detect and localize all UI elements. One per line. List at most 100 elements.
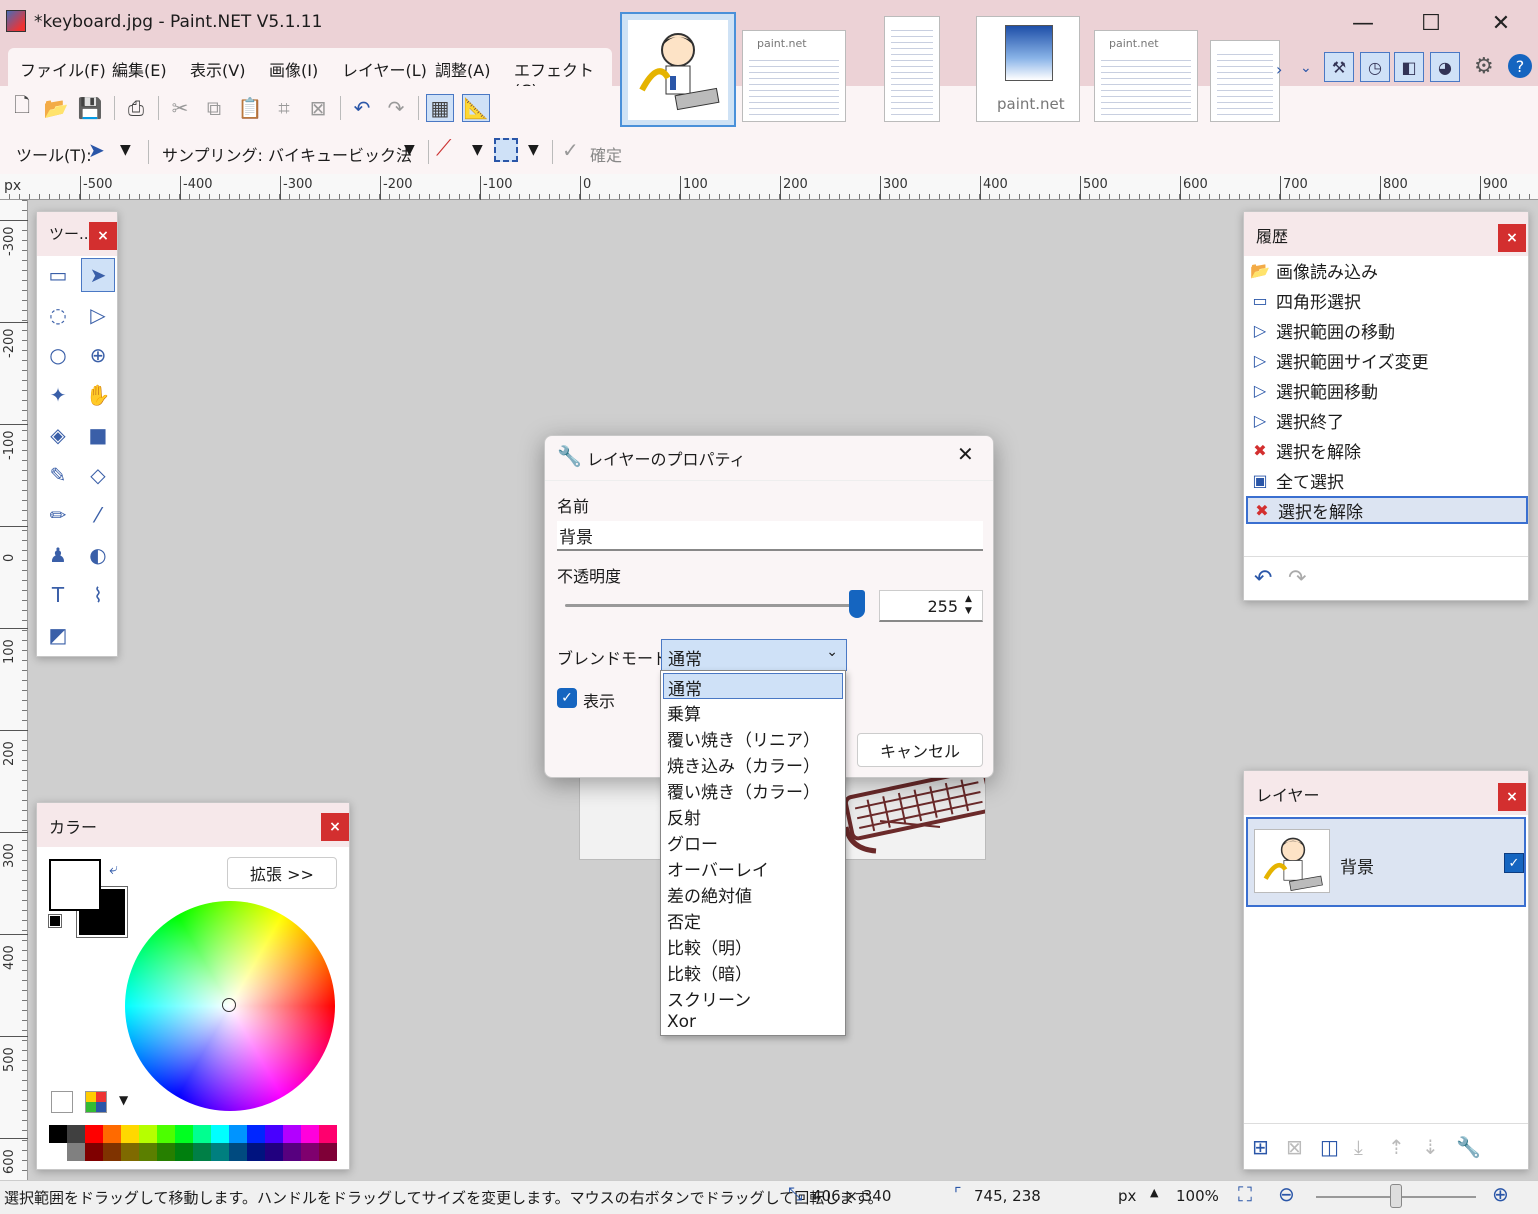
blend-mode-option[interactable]: オーバーレイ [663, 855, 843, 881]
layer-visible-checkbox[interactable]: ✓ [1504, 853, 1524, 873]
chevron-down-icon[interactable]: ▼ [472, 142, 483, 158]
history-undo-icon[interactable]: ↶ [1254, 566, 1272, 591]
palette-swatch[interactable] [175, 1125, 193, 1143]
layer-properties-icon[interactable]: 🔧 [1456, 1135, 1481, 1159]
palette-swatch[interactable] [85, 1125, 103, 1143]
dialog-close-button[interactable]: ✕ [957, 442, 974, 466]
palette-swatch[interactable] [211, 1143, 229, 1161]
chevron-right-icon[interactable]: › [1276, 60, 1282, 79]
palette-swatch[interactable] [121, 1143, 139, 1161]
palette-swatch[interactable] [283, 1143, 301, 1161]
menu-edit[interactable]: 編集(E) [112, 57, 167, 81]
print-icon[interactable]: ⎙ [122, 94, 150, 122]
shapes-icon[interactable]: ◩ [41, 618, 75, 652]
cut-icon[interactable]: ✂ [166, 94, 194, 122]
history-item[interactable]: ▣ 全て選択 [1246, 466, 1528, 494]
duplicate-layer-icon[interactable]: ◫ [1320, 1135, 1339, 1159]
new-file-icon[interactable]: 🗋 [8, 93, 36, 122]
grid-toggle-icon[interactable]: ▦ [426, 94, 454, 122]
blend-mode-option[interactable]: 覆い焼き（カラー） [663, 777, 843, 803]
rectangle-select-icon[interactable]: ▭ [41, 258, 75, 292]
blend-mode-select[interactable]: 通常 ⌄ [661, 639, 847, 671]
chevron-up-icon[interactable]: ▲ [1150, 1186, 1158, 1199]
selection-mode-icon[interactable] [494, 138, 518, 162]
zoom-level[interactable]: 100% [1176, 1187, 1219, 1205]
rulers-toggle-icon[interactable]: 📐 [462, 94, 490, 122]
delete-layer-icon[interactable]: ⊠ [1286, 1135, 1303, 1159]
palette-swatch[interactable] [319, 1143, 337, 1161]
paint-bucket-icon[interactable]: ◈ [41, 418, 75, 452]
image-tab-3[interactable] [884, 16, 940, 122]
blend-mode-option[interactable]: 否定 [663, 907, 843, 933]
palette-swatch[interactable] [121, 1125, 139, 1143]
zoom-in-icon[interactable]: ⊕ [1492, 1182, 1509, 1206]
history-item[interactable]: ▷ 選択範囲サイズ変更 [1246, 346, 1528, 374]
palette-swatch[interactable] [49, 1143, 67, 1161]
blend-mode-option[interactable]: グロー [663, 829, 843, 855]
palette-swatch[interactable] [85, 1143, 103, 1161]
confirm-label[interactable]: 確定 [590, 142, 622, 166]
swap-colors-icon[interactable]: ⤶ [109, 859, 118, 879]
minimize-button[interactable]: — [1340, 8, 1386, 38]
palette-swatch[interactable] [283, 1125, 301, 1143]
menu-view[interactable]: 表示(V) [190, 57, 245, 81]
layers-panel-close-button[interactable]: × [1498, 783, 1526, 811]
paste-icon[interactable]: 📋 [236, 94, 264, 122]
palette-swatch[interactable] [211, 1125, 229, 1143]
primary-color-swatch[interactable] [49, 859, 101, 911]
history-panel-toggle-icon[interactable]: ◷ [1360, 52, 1390, 82]
blend-mode-option[interactable]: 比較（明） [663, 933, 843, 959]
line-curve-icon[interactable]: ⌇ [81, 578, 115, 612]
blend-mode-option[interactable]: 焼き込み（カラー） [663, 751, 843, 777]
zoom-slider-thumb[interactable] [1390, 1184, 1402, 1208]
undo-icon[interactable]: ↶ [348, 94, 376, 122]
palette-swatch[interactable] [67, 1125, 85, 1143]
history-item[interactable]: ▷ 選択終了 [1246, 406, 1528, 434]
palette-swatch[interactable] [157, 1143, 175, 1161]
blend-mode-option[interactable]: 反射 [663, 803, 843, 829]
palette-swatch[interactable] [157, 1125, 175, 1143]
chevron-down-icon[interactable]: ⌄ [1300, 60, 1312, 76]
image-tab-6[interactable] [1210, 40, 1280, 122]
image-tab-5[interactable]: paint.net [1094, 30, 1198, 122]
zoom-icon[interactable]: ⊕ [81, 338, 115, 372]
palette-swatch[interactable] [301, 1143, 319, 1161]
clone-stamp-icon[interactable]: ♟ [41, 538, 75, 572]
pan-icon[interactable]: ✋ [81, 378, 115, 412]
layer-item-background[interactable]: 背景 ✓ [1246, 817, 1526, 907]
opacity-stepper[interactable]: ▲ ▼ [965, 593, 972, 617]
menu-file[interactable]: ファイル(F) [20, 57, 106, 81]
open-folder-icon[interactable]: 📂 [42, 94, 70, 122]
current-tool-icon[interactable]: ➤ [88, 138, 105, 162]
text-icon[interactable]: T [41, 578, 75, 612]
recolor-icon[interactable]: ◐ [81, 538, 115, 572]
blend-mode-option[interactable]: 比較（暗） [663, 959, 843, 985]
maximize-button[interactable]: ☐ [1408, 8, 1454, 38]
palette-swatch[interactable] [301, 1125, 319, 1143]
palette-swatch[interactable] [139, 1125, 157, 1143]
redo-icon[interactable]: ↷ [382, 94, 410, 122]
blend-mode-option[interactable]: スクリーン [663, 985, 843, 1011]
visible-checkbox[interactable]: ✓ [557, 688, 577, 708]
settings-gear-icon[interactable]: ⚙ [1474, 54, 1494, 79]
sampling-select[interactable]: バイキュービック法 [268, 142, 412, 166]
close-button[interactable]: ✕ [1478, 8, 1524, 38]
merge-layer-down-icon[interactable]: ⤓ [1354, 1135, 1363, 1159]
chevron-down-icon[interactable]: ▼ [120, 142, 131, 158]
move-selection-icon[interactable]: ➤ [81, 258, 115, 292]
image-tab-keyboard[interactable] [620, 12, 736, 127]
add-palette-color-icon[interactable] [51, 1091, 73, 1113]
layer-name-input[interactable] [557, 521, 983, 551]
opacity-slider-thumb[interactable] [849, 590, 865, 618]
menu-layers[interactable]: レイヤー(L) [342, 57, 427, 81]
eraser-icon[interactable]: ◇ [81, 458, 115, 492]
history-item[interactable]: ✖ 選択を解除 [1246, 496, 1528, 524]
tools-panel-close-button[interactable]: × [89, 222, 117, 250]
blend-mode-option[interactable]: 差の絶対値 [663, 881, 843, 907]
history-panel-close-button[interactable]: × [1498, 224, 1526, 252]
checkmark-icon[interactable]: ✓ [562, 138, 579, 162]
move-layer-up-icon[interactable]: ⇡ [1388, 1135, 1405, 1159]
help-icon[interactable]: ? [1508, 54, 1532, 78]
zoom-out-icon[interactable]: ⊖ [1278, 1182, 1295, 1206]
unit-select[interactable]: px [1118, 1187, 1136, 1205]
